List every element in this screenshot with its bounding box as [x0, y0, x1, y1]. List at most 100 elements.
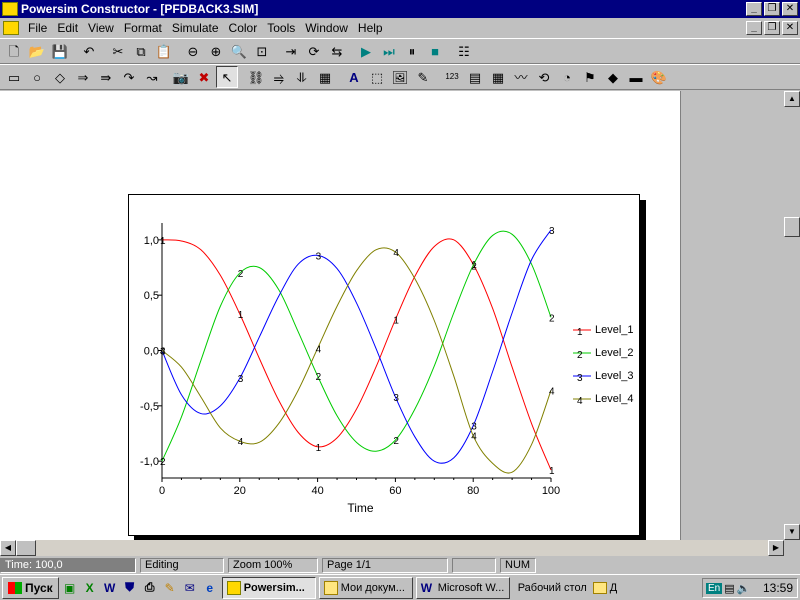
y-tick-label: 1,0	[144, 235, 159, 247]
stop-icon[interactable]: ■	[424, 40, 446, 62]
zoom-fit-icon[interactable]: ⊡	[251, 40, 273, 62]
properties-icon[interactable]: ☷	[453, 40, 475, 62]
chain-icon[interactable]: ⛓	[245, 66, 267, 88]
time-graph-icon[interactable]: 〰	[510, 66, 532, 88]
xy-graph-icon[interactable]: ⟲	[533, 66, 555, 88]
cut-icon[interactable]: ✂	[107, 40, 129, 62]
palette-icon[interactable]: 🎨	[648, 66, 670, 88]
loop-icon[interactable]: ⇆	[326, 40, 348, 62]
scroll-down-button[interactable]: ▼	[784, 524, 800, 540]
task-my-documents[interactable]: Мои докум...	[318, 576, 413, 599]
number-icon[interactable]: 123	[441, 66, 463, 88]
scroll-left-button[interactable]: ◀	[0, 540, 16, 556]
task-powersim[interactable]: Powersim...	[221, 576, 316, 599]
series-line-level_1	[161, 238, 552, 471]
vertical-scroll-thumb[interactable]	[784, 217, 800, 237]
gauge-icon[interactable]: ◔	[556, 66, 578, 88]
level-icon[interactable]: ▭	[3, 66, 25, 88]
snapshot-icon[interactable]: 📷	[170, 66, 192, 88]
menu-file[interactable]: File	[23, 21, 52, 35]
link-back-icon[interactable]: ⇥	[280, 40, 302, 62]
app-icon[interactable]	[2, 2, 18, 16]
doc-restore-button[interactable]: ❐	[764, 21, 780, 35]
horizontal-scrollbar[interactable]: ◀ ▶	[0, 540, 784, 556]
excel-quicklaunch-icon[interactable]: X	[81, 579, 99, 597]
menu-edit[interactable]: Edit	[52, 21, 83, 35]
vertical-scrollbar[interactable]: ▲ ▼	[784, 91, 800, 540]
start-button[interactable]: Пуск	[2, 576, 59, 599]
layers-icon[interactable]: ▦	[314, 66, 336, 88]
menu-simulate[interactable]: Simulate	[167, 21, 224, 35]
save-icon[interactable]: 💾	[49, 40, 71, 62]
printer-quicklaunch-icon[interactable]: ⎙	[141, 579, 159, 597]
task-my-documents-label: Мои докум...	[340, 581, 405, 594]
slider-icon[interactable]: ▤	[464, 66, 486, 88]
desktop-toolbar-label[interactable]: Рабочий стол	[518, 582, 587, 594]
scroll-up-button[interactable]: ▲	[784, 91, 800, 107]
paste-icon[interactable]: 📋	[153, 40, 175, 62]
constant-icon[interactable]: ◇	[49, 66, 71, 88]
series-marker-3: 3	[549, 226, 555, 237]
zoom-in-icon[interactable]: ⊕	[205, 40, 227, 62]
doc-close-button[interactable]: ✕	[782, 21, 798, 35]
zoom-normal-icon[interactable]: 🔍	[228, 40, 250, 62]
status-zoom: Zoom 100%	[228, 557, 318, 573]
scroll-corner	[784, 540, 800, 556]
word-quicklaunch-icon[interactable]: W	[101, 579, 119, 597]
delayed-link-icon[interactable]: ↝	[141, 66, 163, 88]
zoom-out-icon[interactable]: ⊖	[182, 40, 204, 62]
language-indicator[interactable]: En	[706, 582, 723, 594]
clock[interactable]: 13:59	[763, 581, 793, 595]
close-button[interactable]: ✕	[782, 2, 798, 16]
switch-icon[interactable]: ⚑	[579, 66, 601, 88]
folder-toolbar-icon[interactable]	[592, 581, 607, 594]
outlook-quicklaunch-icon[interactable]: ✉	[181, 579, 199, 597]
desktop-quicklaunch-icon[interactable]: ▣	[61, 579, 79, 597]
doc-minimize-button[interactable]: _	[746, 21, 762, 35]
volume-icon[interactable]: 🔈	[737, 582, 751, 595]
menu-format[interactable]: Format	[119, 21, 167, 35]
auxiliary-icon[interactable]: ○	[26, 66, 48, 88]
series-marker-3: 3	[316, 251, 322, 262]
model-canvas[interactable]: 1,0 0,5 0,0 -0,5 -1,0 0 20 40 60 80 100 Time 1 1 1 1 1 1 1…	[0, 91, 680, 540]
array-icon[interactable]: ⥥	[291, 66, 313, 88]
copy-icon[interactable]: ⧉	[130, 40, 152, 62]
menu-view[interactable]: View	[83, 21, 119, 35]
horizontal-scroll-thumb[interactable]	[16, 540, 36, 556]
time-graph[interactable]: 1,0 0,5 0,0 -0,5 -1,0 0 20 40 60 80 100 Time 1 1 1 1 1 1 1…	[128, 194, 640, 536]
folder-toolbar-label[interactable]: Д	[610, 582, 617, 594]
link-icon[interactable]: ↷	[118, 66, 140, 88]
text-icon[interactable]: A	[343, 66, 365, 88]
pause-icon[interactable]: ⏸	[401, 40, 423, 62]
pointer-icon[interactable]: ↖	[216, 66, 238, 88]
run-icon[interactable]: ▶	[355, 40, 377, 62]
minimize-button[interactable]: _	[746, 2, 762, 16]
menu-help[interactable]: Help	[353, 21, 388, 35]
picture-icon[interactable]: 🖼	[389, 66, 411, 88]
menu-tools[interactable]: Tools	[262, 21, 300, 35]
probe-icon[interactable]: ✎	[412, 66, 434, 88]
new-icon[interactable]: 🗋	[3, 40, 25, 62]
undo-icon[interactable]: ↶	[78, 40, 100, 62]
menu-color[interactable]: Color	[224, 21, 263, 35]
pencil-quicklaunch-icon[interactable]: ✎	[161, 579, 179, 597]
dataset-icon[interactable]: ⟳	[303, 40, 325, 62]
document-icon[interactable]	[3, 21, 19, 35]
scheduler-icon[interactable]: ▤	[724, 582, 734, 595]
access-quicklaunch-icon[interactable]: ⛊	[121, 579, 139, 597]
menu-window[interactable]: Window	[300, 21, 353, 35]
delete-icon[interactable]: ✖	[193, 66, 215, 88]
flow-with-rate-icon[interactable]: ⇛	[95, 66, 117, 88]
open-icon[interactable]: 📂	[26, 40, 48, 62]
diamond-icon[interactable]: ◆	[602, 66, 624, 88]
flow-chain-icon[interactable]: ⥤	[268, 66, 290, 88]
table-icon[interactable]: ▦	[487, 66, 509, 88]
step-icon[interactable]: ⏭	[378, 40, 400, 62]
frame-icon[interactable]: ⬚	[366, 66, 388, 88]
button-icon[interactable]: ▬	[625, 66, 647, 88]
task-microsoft-word[interactable]: W Microsoft W...	[415, 576, 510, 599]
internet-explorer-quicklaunch-icon[interactable]: e	[201, 579, 219, 597]
scroll-right-button[interactable]: ▶	[768, 540, 784, 556]
restore-button[interactable]: ❐	[764, 2, 780, 16]
flow-icon[interactable]: ⇒	[72, 66, 94, 88]
